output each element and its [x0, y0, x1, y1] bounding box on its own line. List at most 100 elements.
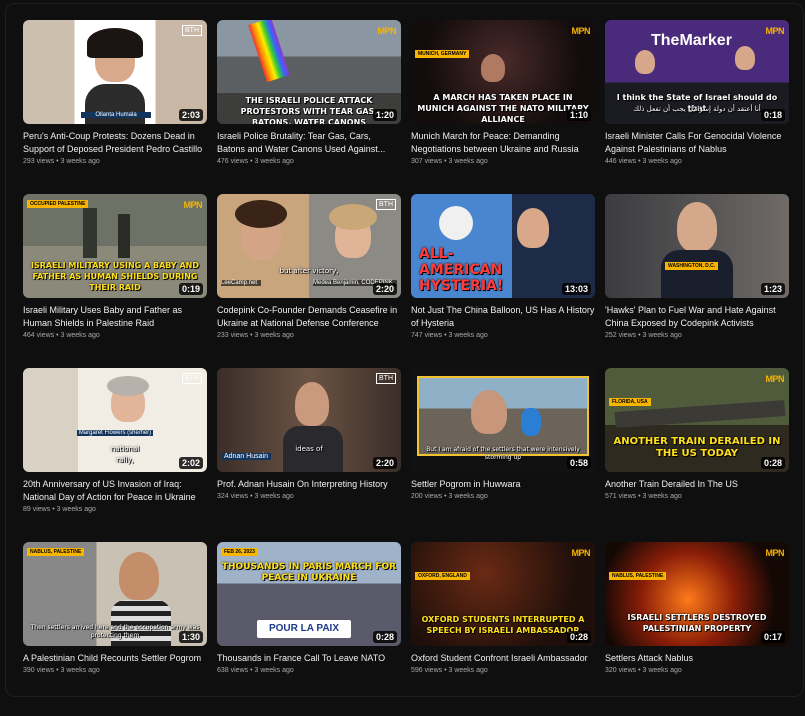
video-card[interactable]: MUNICH, GERMANY MPN A MARCH HAS TAKEN PL… [411, 20, 595, 194]
thumbnail-caption: ANOTHER TRAIN DERAILED IN THE US TODAY [613, 436, 781, 459]
video-card[interactable]: NABLUS, PALESTINE MPN ISRAELI SETTLERS D… [605, 542, 789, 716]
video-thumbnail[interactable]: NABLUS, PALESTINE Then settlers arrived … [23, 542, 207, 646]
location-tag: FLORIDA, USA [609, 398, 651, 406]
location-tag: WASHINGTON, D.C. [665, 262, 719, 270]
duration-badge: 0:19 [178, 283, 203, 295]
video-thumbnail[interactable]: BTH Ollanta Humala 2:03 [23, 20, 207, 124]
video-title[interactable]: Settlers Attack Nablus [605, 652, 789, 665]
duration-badge: 1:20 [372, 109, 397, 121]
mpn-logo: MPN [571, 548, 591, 558]
video-title[interactable]: 20th Anniversary of US Invasion of Iraq:… [23, 478, 207, 504]
duration-badge: 0:58 [566, 457, 591, 469]
video-meta: 476 views • 3 weeks ago [217, 158, 294, 165]
video-meta: 89 views • 3 weeks ago [23, 506, 96, 513]
duration-badge: 2:20 [372, 457, 397, 469]
location-tag: OCCUPIED PALESTINE [27, 200, 89, 208]
video-meta: 252 views • 3 weeks ago [605, 332, 682, 339]
video-thumbnail[interactable]: TheMarker MPN I think the State of Israe… [605, 20, 789, 124]
bth-logo: BTH [376, 199, 396, 210]
video-card[interactable]: ALL-AMERICAN HYSTERIA! 13:03 Not Just Th… [411, 194, 595, 368]
duration-badge: 1:10 [566, 109, 591, 121]
video-thumbnail[interactable]: OXFORD, ENGLAND MPN OXFORD STUDENTS INTE… [411, 542, 595, 646]
thumbnail-caption: ALL-AMERICAN HYSTERIA! [419, 246, 504, 294]
mpn-logo: MPN [377, 26, 397, 36]
video-card[interactable]: OXFORD, ENGLAND MPN OXFORD STUDENTS INTE… [411, 542, 595, 716]
video-card[interactable]: WASHINGTON, D.C. 1:23 'Hawks' Plan to Fu… [605, 194, 789, 368]
mpn-logo: MPN [765, 26, 785, 36]
video-title[interactable]: Peru's Anti-Coup Protests: Dozens Dead i… [23, 130, 207, 156]
video-card[interactable]: FEB 26, 2023 THOUSANDS IN PARIS MARCH FO… [217, 542, 401, 716]
video-thumbnail[interactable]: BTH ideas of Adnan Husain 2:20 [217, 368, 401, 472]
video-meta: 464 views • 3 weeks ago [23, 332, 100, 339]
video-title[interactable]: A Palestinian Child Recounts Settler Pog… [23, 652, 207, 665]
video-card[interactable]: NABLUS, PALESTINE Then settlers arrived … [23, 542, 207, 716]
video-thumbnail[interactable]: But I am afraid of the settlers that wer… [411, 368, 595, 472]
video-title[interactable]: Another Train Derailed In The US [605, 478, 789, 491]
video-meta: 390 views • 3 weeks ago [23, 667, 100, 674]
video-thumbnail[interactable]: FLORIDA, USA MPN ANOTHER TRAIN DERAILED … [605, 368, 789, 472]
video-meta: 307 views • 3 weeks ago [411, 158, 488, 165]
video-meta: 324 views • 3 weeks ago [217, 493, 294, 500]
duration-badge: 0:17 [760, 631, 785, 643]
video-title[interactable]: Israeli Minister Calls For Genocidal Vio… [605, 130, 789, 156]
video-card[interactable]: But I am afraid of the settlers that wer… [411, 368, 595, 542]
lower-third-left: LeeCamp.net [221, 280, 261, 286]
video-meta: 571 views • 3 weeks ago [605, 493, 682, 500]
video-title[interactable]: Israeli Police Brutality: Tear Gas, Cars… [217, 130, 401, 156]
mpn-logo: MPN [571, 26, 591, 36]
mpn-logo: MPN [765, 548, 785, 558]
video-thumbnail[interactable]: BTH but after victory, LeeCamp.net Medea… [217, 194, 401, 298]
video-card[interactable]: BTH but after victory, LeeCamp.net Medea… [217, 194, 401, 368]
thumbnail-caption: But I am afraid of the settlers that wer… [426, 446, 580, 461]
video-thumbnail[interactable]: FEB 26, 2023 THOUSANDS IN PARIS MARCH FO… [217, 542, 401, 646]
video-meta: 200 views • 3 weeks ago [411, 493, 488, 500]
lower-third: Ollanta Humala [81, 112, 151, 118]
video-meta: 233 views • 3 weeks ago [217, 332, 294, 339]
duration-badge: 0:18 [760, 109, 785, 121]
video-thumbnail[interactable]: NABLUS, PALESTINE MPN ISRAELI SETTLERS D… [605, 542, 789, 646]
duration-badge: 1:30 [178, 631, 203, 643]
video-thumbnail[interactable]: MUNICH, GERMANY MPN A MARCH HAS TAKEN PL… [411, 20, 595, 124]
mpn-logo: MPN [765, 374, 785, 384]
video-card[interactable]: BTH Margaret Flowers (she/her) national … [23, 368, 207, 542]
video-title[interactable]: Codepink Co-Founder Demands Ceasefire in… [217, 304, 401, 330]
duration-badge: 2:20 [372, 283, 397, 295]
video-title[interactable]: Settler Pogrom in Huwwara [411, 478, 595, 491]
thumbnail-subtitle: أنا أعتقد أن دولة إسرائيل يجب أن تفعل ذل… [633, 105, 761, 113]
duration-badge: 0:28 [760, 457, 785, 469]
video-title[interactable]: Not Just The China Balloon, US Has A His… [411, 304, 595, 330]
duration-badge: 13:03 [561, 283, 591, 295]
video-thumbnail[interactable]: OCCUPIED PALESTINE MPN ISRAELI MILITARY … [23, 194, 207, 298]
video-card[interactable]: OCCUPIED PALESTINE MPN ISRAELI MILITARY … [23, 194, 207, 368]
video-grid: BTH Ollanta Humala 2:03 Peru's Anti-Coup… [23, 20, 789, 716]
banner-text: TheMarker [651, 32, 732, 49]
video-title[interactable]: Israeli Military Uses Baby and Father as… [23, 304, 207, 330]
location-tag: NABLUS, PALESTINE [27, 548, 85, 556]
video-card[interactable]: TheMarker MPN I think the State of Israe… [605, 20, 789, 194]
protest-sign: POUR LA PAIX [257, 620, 351, 638]
duration-badge: 2:03 [178, 109, 203, 121]
video-title[interactable]: Thousands in France Call To Leave NATO [217, 652, 401, 665]
lower-third: Margaret Flowers (she/her) [77, 430, 153, 436]
duration-badge: 2:02 [178, 457, 203, 469]
duration-badge: 0:28 [372, 631, 397, 643]
video-card[interactable]: BTH ideas of Adnan Husain 2:20 Prof. Adn… [217, 368, 401, 542]
video-title[interactable]: Munich March for Peace: Demanding Negoti… [411, 130, 595, 156]
duration-badge: 0:28 [566, 631, 591, 643]
bth-logo: BTH [376, 373, 396, 384]
video-meta: 596 views • 3 weeks ago [411, 667, 488, 674]
thumbnail-caption: ISRAELI MILITARY USING A BABY AND FATHER… [30, 261, 200, 292]
video-title[interactable]: Prof. Adnan Husain On Interpreting Histo… [217, 478, 401, 491]
thumbnail-caption: ISRAELI SETTLERS DESTROYED PALESTINIAN P… [627, 613, 767, 633]
video-card[interactable]: BTH Ollanta Humala 2:03 Peru's Anti-Coup… [23, 20, 207, 194]
video-thumbnail[interactable]: BTH Margaret Flowers (she/her) national … [23, 368, 207, 472]
video-thumbnail[interactable]: MPN THE ISRAELI POLICE ATTACK PROTESTORS… [217, 20, 401, 124]
video-meta: 446 views • 3 weeks ago [605, 158, 682, 165]
location-tag: MUNICH, GERMANY [415, 50, 470, 58]
video-card[interactable]: FLORIDA, USA MPN ANOTHER TRAIN DERAILED … [605, 368, 789, 542]
video-thumbnail[interactable]: WASHINGTON, D.C. 1:23 [605, 194, 789, 298]
video-card[interactable]: MPN THE ISRAELI POLICE ATTACK PROTESTORS… [217, 20, 401, 194]
video-title[interactable]: Oxford Student Confront Israeli Ambassad… [411, 652, 595, 665]
video-title[interactable]: 'Hawks' Plan to Fuel War and Hate Agains… [605, 304, 789, 330]
video-thumbnail[interactable]: ALL-AMERICAN HYSTERIA! 13:03 [411, 194, 595, 298]
